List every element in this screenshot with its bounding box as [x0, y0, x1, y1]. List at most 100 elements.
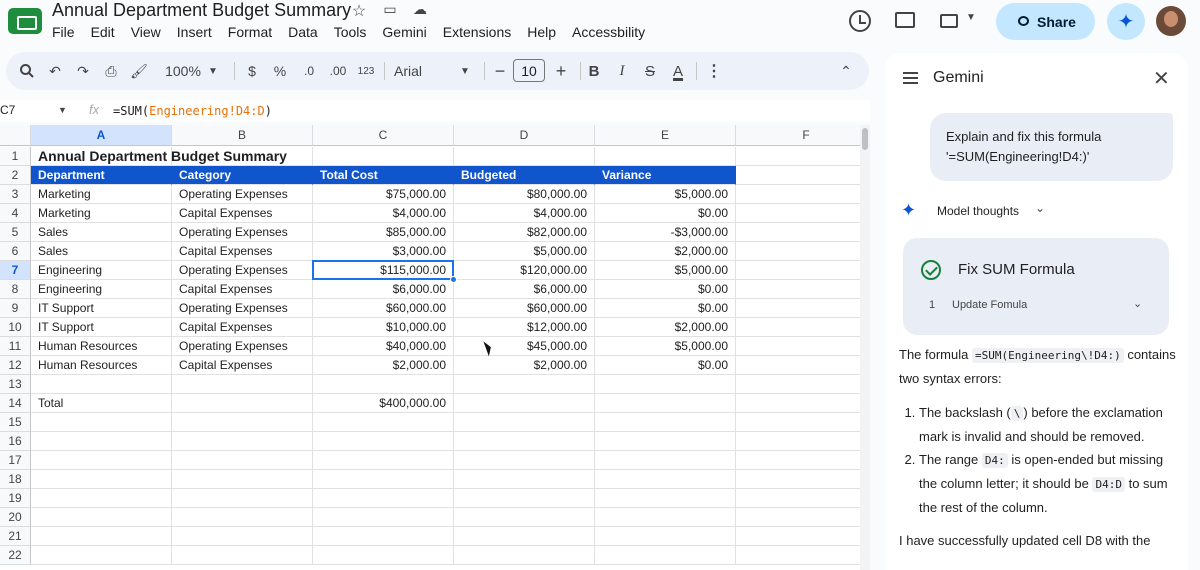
name-box[interactable]: C7 — [0, 103, 15, 117]
table-cell[interactable] — [172, 375, 313, 394]
total-value-cell[interactable]: $400,000.00 — [313, 394, 454, 413]
select-all-corner[interactable] — [0, 125, 31, 146]
table-cell[interactable] — [172, 527, 313, 546]
table-cell[interactable] — [172, 508, 313, 527]
gemini-spark-icon[interactable]: ✦ — [1107, 3, 1145, 40]
font-select[interactable]: Arial — [394, 52, 444, 90]
currency-format-button[interactable]: $ — [242, 52, 262, 90]
table-cell[interactable] — [454, 375, 595, 394]
menu-view[interactable]: View — [131, 24, 161, 40]
model-thoughts-toggle[interactable]: Model thoughts — [937, 204, 1019, 218]
table-cell[interactable] — [313, 508, 454, 527]
table-cell[interactable] — [595, 413, 736, 432]
table-cell[interactable] — [595, 147, 736, 166]
more-formats-button[interactable]: 123 — [356, 52, 376, 90]
row-header[interactable]: 21 — [0, 527, 31, 546]
sheet-title-cell[interactable]: Annual Department Budget Summary — [31, 147, 331, 166]
menu-data[interactable]: Data — [288, 24, 318, 40]
table-cell[interactable] — [31, 413, 172, 432]
table-cell[interactable]: $75,000.00 — [313, 185, 454, 204]
paint-format-icon[interactable]: 🖌 — [128, 52, 150, 90]
row-header[interactable]: 16 — [0, 432, 31, 451]
share-button[interactable]: Share — [996, 3, 1095, 40]
table-cell[interactable]: -$3,000.00 — [595, 223, 736, 242]
table-cell[interactable]: $2,000.00 — [595, 318, 736, 337]
table-cell[interactable]: $5,000.00 — [595, 337, 736, 356]
table-cell[interactable] — [736, 413, 860, 432]
menu-accessibility[interactable]: Accessbility — [572, 24, 645, 40]
table-cell[interactable] — [454, 394, 595, 413]
table-cell[interactable] — [595, 432, 736, 451]
table-cell[interactable]: $0.00 — [595, 204, 736, 223]
table-cell[interactable] — [454, 489, 595, 508]
table-cell[interactable] — [313, 375, 454, 394]
table-cell[interactable] — [736, 223, 860, 242]
table-header-cell[interactable]: Department — [31, 166, 172, 185]
menu-icon[interactable] — [903, 72, 918, 84]
column-header-d[interactable]: D — [454, 125, 595, 146]
column-header-e[interactable]: E — [595, 125, 736, 146]
table-cell[interactable] — [172, 394, 313, 413]
row-header[interactable]: 13 — [0, 375, 31, 394]
table-cell[interactable] — [736, 318, 860, 337]
scrollbar-thumb[interactable] — [862, 128, 868, 150]
meet-icon[interactable] — [940, 14, 958, 28]
table-cell[interactable] — [31, 470, 172, 489]
table-cell[interactable] — [313, 489, 454, 508]
row-header[interactable]: 20 — [0, 508, 31, 527]
table-cell[interactable]: $2,000.00 — [595, 242, 736, 261]
italic-button[interactable]: I — [612, 52, 632, 90]
table-cell[interactable] — [31, 546, 172, 565]
table-cell[interactable] — [31, 451, 172, 470]
close-icon[interactable]: ✕ — [1153, 66, 1170, 91]
table-cell[interactable]: $6,000.00 — [454, 280, 595, 299]
column-header-b[interactable]: B — [172, 125, 313, 146]
table-cell[interactable] — [736, 337, 860, 356]
table-cell[interactable] — [31, 527, 172, 546]
row-header[interactable]: 3 — [0, 185, 31, 204]
table-cell[interactable] — [736, 451, 860, 470]
version-history-icon[interactable] — [849, 10, 871, 32]
table-cell[interactable]: $3,000.00 — [313, 242, 454, 261]
document-title[interactable]: Annual Department Budget Summary — [52, 0, 351, 21]
table-cell[interactable]: $0.00 — [595, 280, 736, 299]
table-cell[interactable] — [31, 489, 172, 508]
table-cell[interactable] — [172, 470, 313, 489]
row-header[interactable]: 17 — [0, 451, 31, 470]
table-cell[interactable] — [313, 413, 454, 432]
row-header[interactable]: 19 — [0, 489, 31, 508]
table-cell[interactable] — [313, 527, 454, 546]
table-cell[interactable] — [595, 546, 736, 565]
row-header[interactable]: 2 — [0, 166, 31, 185]
formula-input[interactable]: =SUM(Engineering!D4:D) — [113, 104, 272, 118]
table-cell[interactable] — [736, 489, 860, 508]
menu-gemini[interactable]: Gemini — [382, 24, 426, 40]
table-cell[interactable]: Capital Expenses — [172, 204, 313, 223]
star-icon[interactable]: ☆ — [348, 1, 370, 21]
table-header-cell[interactable]: Total Cost — [313, 166, 454, 185]
table-cell[interactable] — [454, 147, 595, 166]
spreadsheet-grid[interactable]: A B C D E F 1 2 3 4 5 6 7 8 9 10 11 12 13 14 15 16 17 18 19 20 21 2… — [0, 125, 860, 570]
table-header-cell[interactable]: Variance — [595, 166, 736, 185]
row-header[interactable]: 5 — [0, 223, 31, 242]
row-header[interactable]: 9 — [0, 299, 31, 318]
table-cell[interactable]: Operating Expenses — [172, 299, 313, 318]
table-cell[interactable] — [172, 432, 313, 451]
table-cell[interactable]: $120,000.00 — [454, 261, 595, 280]
table-cell[interactable]: $115,000.00 — [313, 261, 454, 280]
menu-file[interactable]: File — [52, 24, 75, 40]
percent-format-button[interactable]: % — [270, 52, 290, 90]
table-cell[interactable]: Capital Expenses — [172, 242, 313, 261]
table-cell[interactable]: $2,000.00 — [454, 356, 595, 375]
table-cell[interactable]: $60,000.00 — [313, 299, 454, 318]
table-cell[interactable] — [595, 489, 736, 508]
fill-handle[interactable] — [450, 276, 457, 283]
step-label[interactable]: Update Fomula — [952, 299, 1027, 311]
table-cell[interactable]: IT Support — [31, 299, 172, 318]
table-cell[interactable]: IT Support — [31, 318, 172, 337]
table-cell[interactable] — [313, 147, 454, 166]
total-label-cell[interactable]: Total — [31, 394, 172, 413]
table-cell[interactable] — [454, 527, 595, 546]
table-cell[interactable] — [313, 470, 454, 489]
row-header[interactable]: 14 — [0, 394, 31, 413]
